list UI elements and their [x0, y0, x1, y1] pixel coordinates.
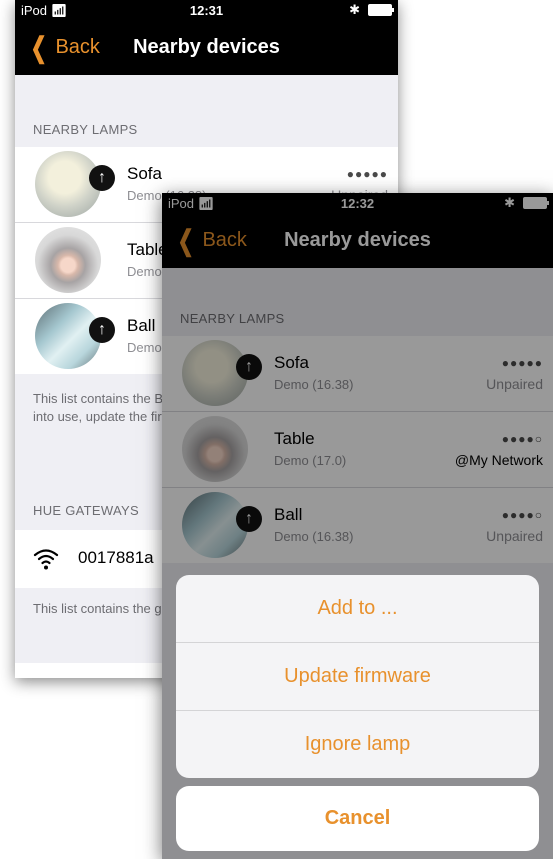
lamp-name: Sofa — [127, 164, 162, 183]
nearby-lamps-header: NEARBY LAMPS — [33, 122, 138, 137]
gateway-id: 0017881a — [78, 548, 154, 567]
ignore-lamp-button[interactable]: Ignore lamp — [176, 711, 539, 778]
add-to-button[interactable]: Add to ... — [176, 575, 539, 643]
cancel-button[interactable]: Cancel — [176, 786, 539, 851]
lamp-name: Ball — [127, 316, 156, 335]
update-firmware-button[interactable]: Update firmware — [176, 643, 539, 711]
front-screen: iPod 📶︎ 12:32 ✱ ❮ Back Nearby devices NE… — [162, 193, 553, 859]
lamp-thumbnail — [35, 227, 101, 293]
action-sheet: Add to ... Update firmware Ignore lamp — [176, 575, 539, 778]
battery-icon — [368, 4, 394, 16]
hue-gateways-header: HUE GATEWAYS — [33, 503, 139, 518]
status-time: 12:31 — [189, 3, 224, 18]
update-arrow-icon: ↑ — [89, 165, 115, 191]
bluetooth-icon: ✱ — [349, 2, 360, 17]
status-bar: iPod 📶︎ 12:31 ✱ — [15, 0, 398, 20]
signal-strength: ●●●●● — [346, 167, 388, 181]
wifi-icon — [33, 549, 59, 570]
update-arrow-icon: ↑ — [89, 317, 115, 343]
page-title: Nearby devices — [133, 36, 280, 58]
nav-bar: ❮ Back Nearby devices — [15, 20, 398, 75]
